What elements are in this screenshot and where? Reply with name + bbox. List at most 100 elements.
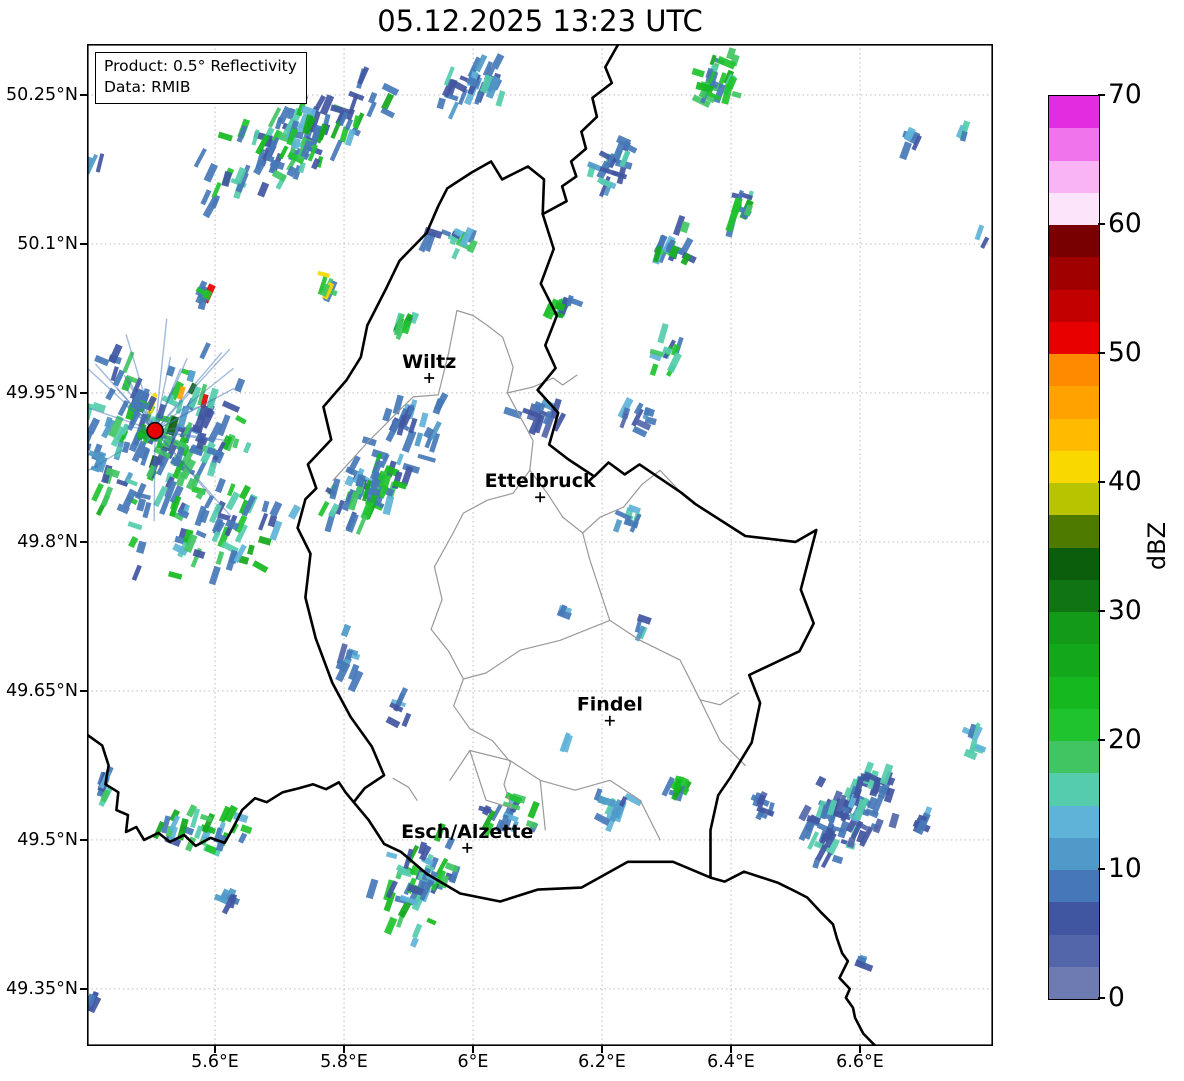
echo-cell (451, 247, 460, 260)
echo-cell (340, 623, 352, 638)
colorbar-band (1049, 676, 1099, 709)
y-tick-label: 49.8°N (17, 532, 78, 552)
colorbar-band (1049, 837, 1099, 870)
echo-cell (381, 82, 400, 96)
colorbar-tick-mark (1098, 223, 1105, 225)
echo-cell (899, 141, 912, 161)
y-tick-mark (80, 392, 87, 394)
country-border (296, 160, 818, 903)
echo-cell (127, 521, 143, 531)
echo-cell (401, 429, 417, 453)
echo-cell (597, 795, 616, 808)
district-border (392, 777, 418, 801)
echo-cell (317, 500, 330, 517)
district-border (582, 532, 740, 706)
y-tick-mark (80, 94, 87, 96)
colorbar-band (1049, 708, 1099, 741)
colorbar-band (1049, 418, 1099, 451)
colorbar-band (1049, 483, 1099, 516)
y-tick-label: 49.35°N (6, 979, 78, 999)
echo-cell (344, 118, 354, 131)
x-tick-mark (730, 1046, 732, 1053)
plot-title: 05.12.2025 13:23 UTC (377, 4, 703, 38)
colorbar-band (1049, 547, 1099, 580)
echo-cell (126, 478, 138, 487)
echo-cell (204, 494, 215, 509)
colorbar-band (1049, 773, 1099, 806)
country-border (709, 870, 878, 1046)
city-marker (604, 715, 615, 726)
echo-cell (240, 824, 253, 835)
echo-cell (261, 500, 270, 513)
colorbar-tick-label: 10 (1108, 853, 1142, 884)
x-tick-label: 6.2°E (578, 1052, 626, 1072)
echo-cell (495, 90, 506, 107)
echo-cell (247, 544, 255, 556)
echo-cell (385, 716, 401, 729)
colorbar-band (1049, 805, 1099, 838)
echo-cell (206, 387, 219, 410)
echo-cell (87, 417, 101, 435)
echo-cell (91, 483, 104, 502)
echo-cell (257, 535, 272, 546)
echo-cell (366, 101, 377, 118)
colorbar-band (1049, 870, 1099, 903)
colorbar-band (1049, 160, 1099, 193)
y-tick-mark (80, 243, 87, 245)
echo-cell (131, 564, 142, 581)
echo-cell (974, 224, 985, 241)
city-label: Esch/Alzette (401, 821, 533, 843)
echo-cell (217, 131, 233, 142)
radar-site-dot (146, 421, 164, 440)
x-tick-label: 5.6°E (191, 1052, 239, 1072)
echo-cell (452, 80, 468, 93)
x-tick-label: 5.8°E (320, 1052, 368, 1072)
x-tick-label: 6°E (457, 1052, 489, 1072)
colorbar-tick-mark (1098, 94, 1105, 96)
city-label: Wiltz (402, 351, 456, 373)
colorbar-tick-mark (1098, 352, 1105, 354)
colorbar-band (1049, 257, 1099, 290)
echo-cell (195, 529, 207, 539)
y-tick-mark (80, 541, 87, 543)
colorbar-band (1049, 386, 1099, 419)
colorbar-band (1049, 902, 1099, 935)
colorbar-tick-label: 20 (1108, 724, 1142, 755)
y-tick-label: 49.65°N (6, 681, 78, 701)
echo-cell (383, 916, 398, 935)
echo-cell (527, 800, 540, 819)
echo-cell (440, 229, 452, 237)
radar-map-svg: Wiltz Ettelbruck Findel Esch/Alzette (87, 44, 993, 1046)
city-marker (424, 373, 435, 384)
x-tick-mark (472, 1046, 474, 1053)
colorbar-band (1049, 612, 1099, 645)
echo-cell (234, 377, 246, 393)
echo-cell (411, 923, 423, 939)
echo-cell (242, 441, 252, 454)
echo-cell (215, 477, 226, 494)
echo-cell (980, 236, 990, 249)
city-label: Findel (577, 694, 643, 716)
echo-cell (418, 412, 429, 428)
y-tick-mark (80, 690, 87, 692)
echo-cell (235, 415, 247, 425)
colorbar-tick-mark (1098, 868, 1105, 870)
district-border (462, 619, 611, 680)
city-marker (535, 492, 546, 503)
echo-cell (691, 67, 705, 78)
x-tick-mark (601, 1046, 603, 1053)
product-line: Product: 0.5° Reflectivity (104, 57, 297, 75)
echo-cell (368, 91, 378, 104)
map-area: Wiltz Ettelbruck Findel Esch/Alzette (87, 44, 993, 1046)
echo-cell (258, 512, 269, 531)
y-tick-mark (80, 988, 87, 990)
echo-cell (409, 937, 419, 948)
colorbar-band (1049, 644, 1099, 677)
colorbar-tick-label: 70 (1108, 79, 1142, 110)
colorbar-tick-label: 40 (1108, 466, 1142, 497)
radar-figure: 05.12.2025 13:23 UTC Wiltz Ettelbruck Find… (0, 0, 1184, 1081)
clutter-spoke (153, 430, 156, 522)
colorbar-band (1049, 450, 1099, 483)
echo-cell (122, 488, 137, 509)
colorbar (1048, 95, 1100, 1000)
